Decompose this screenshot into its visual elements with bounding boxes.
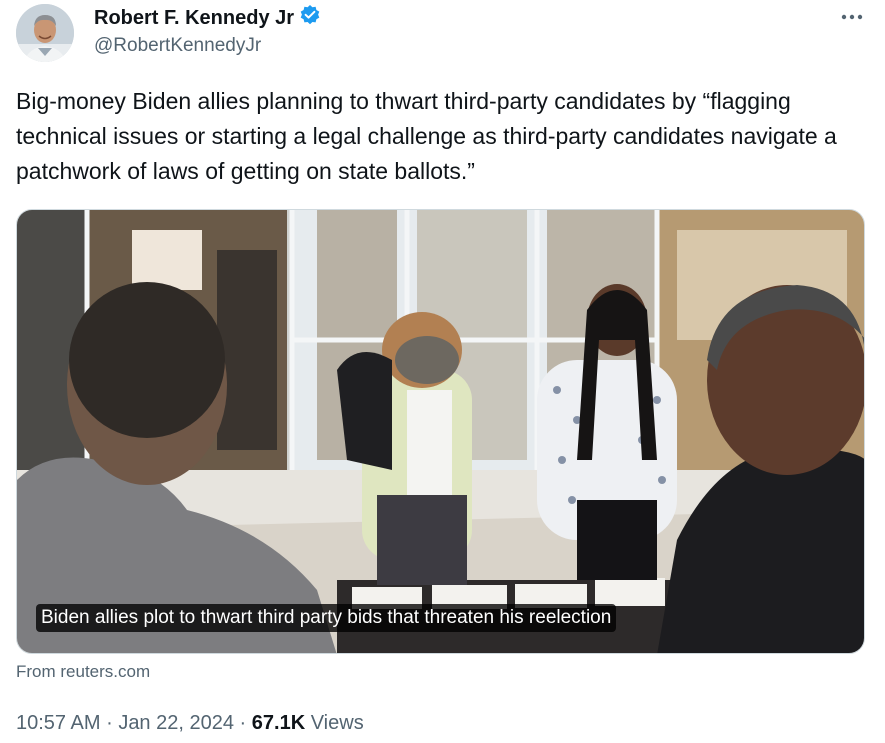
display-name[interactable]: Robert F. Kennedy Jr [94, 5, 294, 31]
tweet-date[interactable]: Jan 22, 2024 [118, 712, 234, 734]
meta-separator: · [239, 712, 247, 734]
tweet-header: Robert F. Kennedy Jr @RobertKennedyJr [16, 0, 869, 70]
name-row: Robert F. Kennedy Jr [94, 4, 321, 31]
views-label: Views [310, 712, 364, 734]
link-card-image [17, 210, 864, 653]
verified-badge-icon[interactable] [299, 4, 321, 31]
link-card-source[interactable]: From reuters.com [16, 660, 150, 684]
tweet-time[interactable]: 10:57 AM [16, 712, 101, 734]
link-card-title[interactable]: Biden allies plot to thwart third party … [36, 604, 617, 632]
views-count[interactable]: 67.1K [252, 712, 305, 734]
tweet-meta: 10:57 AM · Jan 22, 2024 · 67.1K Views [16, 709, 364, 737]
link-card[interactable]: Biden allies plot to thwart third party … [16, 209, 865, 654]
avatar[interactable] [16, 4, 74, 62]
avatar-image [16, 4, 74, 62]
meta-separator: · [106, 712, 113, 734]
user-handle[interactable]: @RobertKennedyJr [94, 34, 261, 58]
tweet-text: Big-money Biden allies planning to thwar… [16, 88, 837, 184]
more-horizontal-icon[interactable] [835, 2, 869, 32]
